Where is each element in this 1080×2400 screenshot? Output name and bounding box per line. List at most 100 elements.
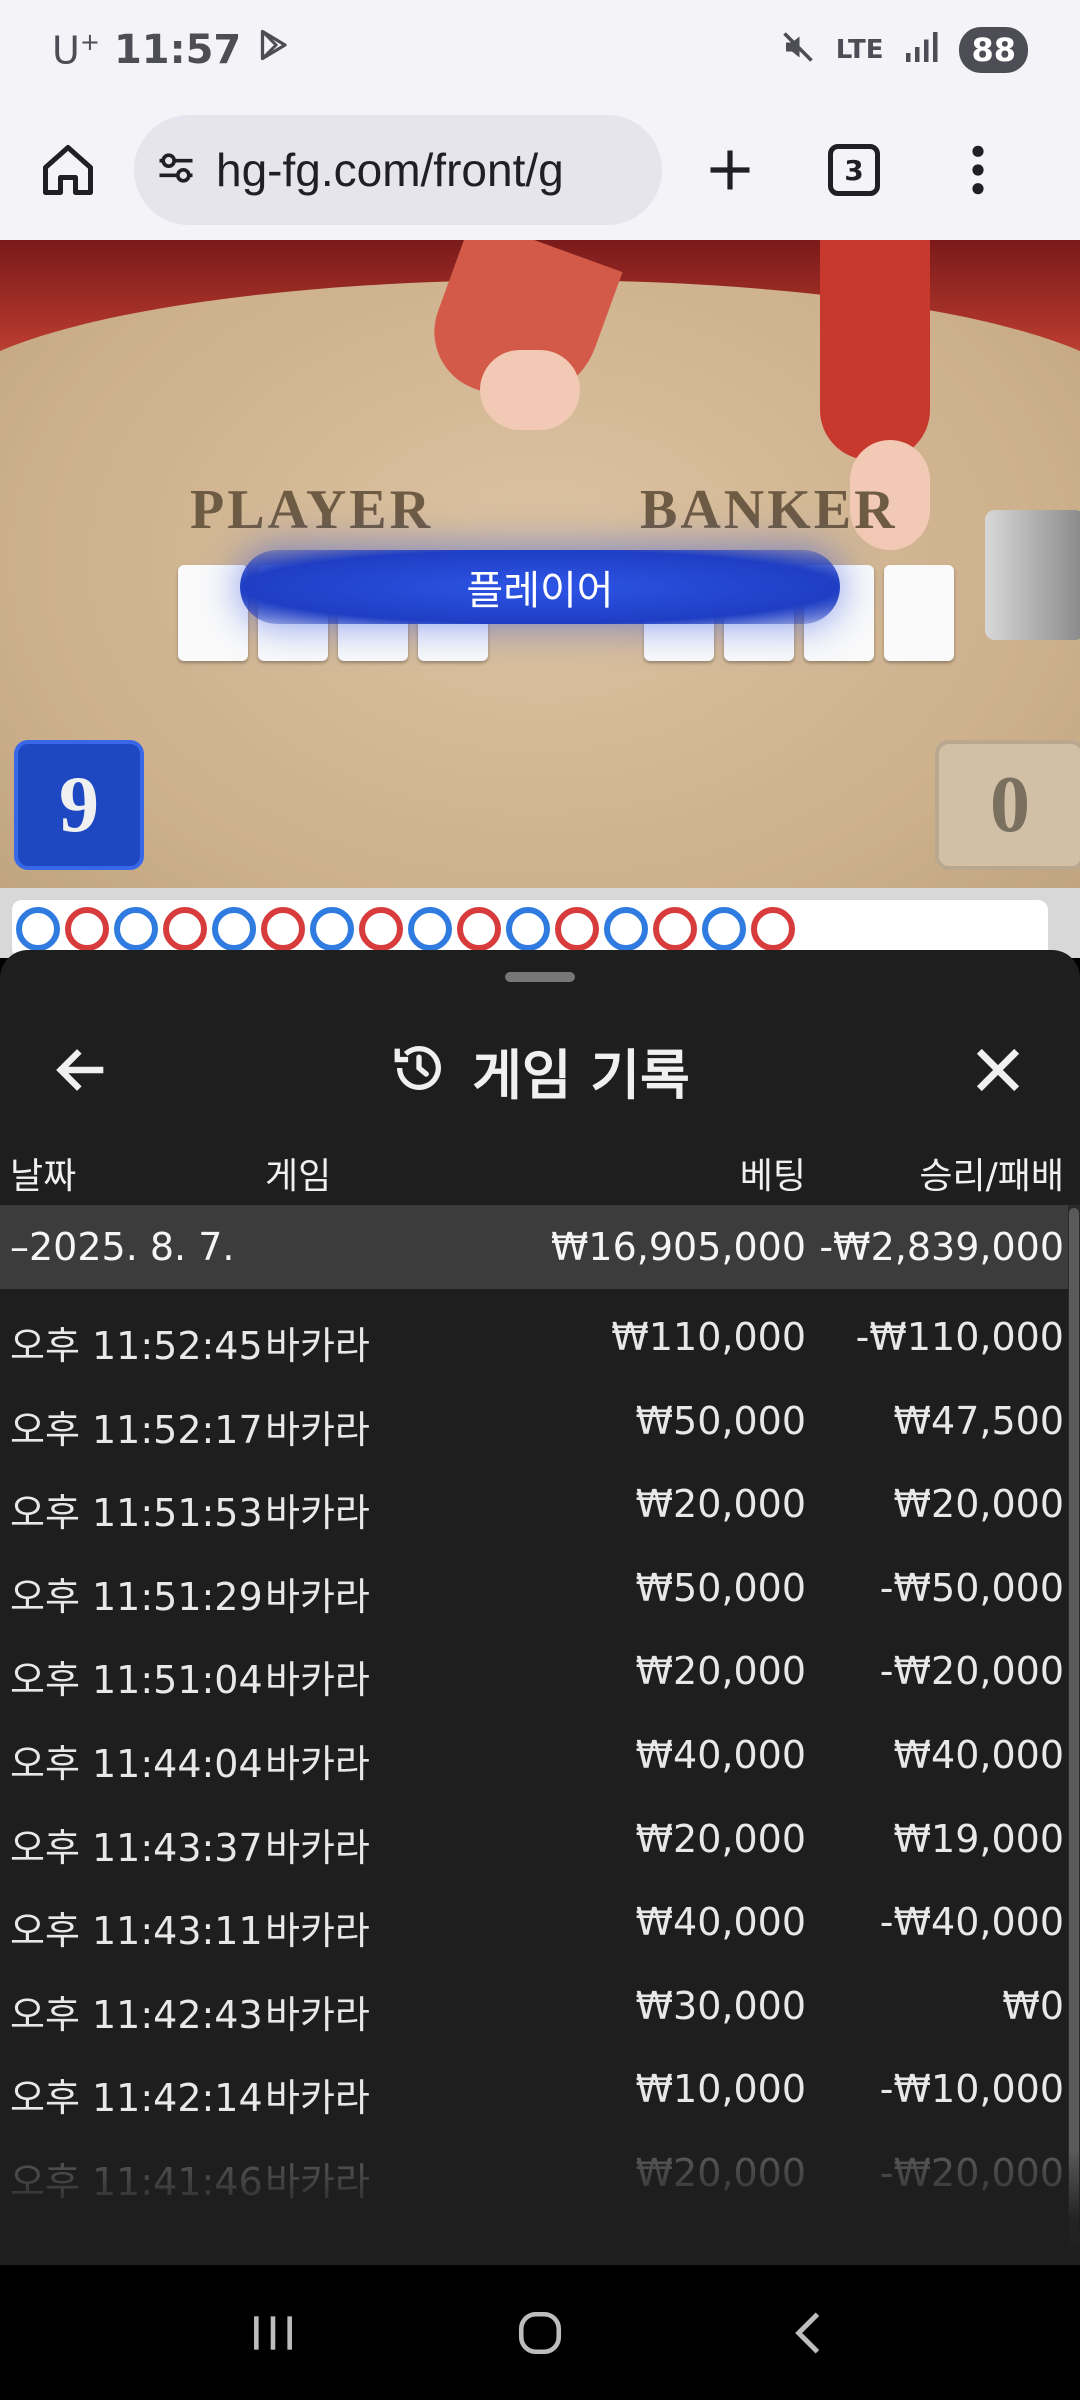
- banker-bead: [163, 907, 207, 951]
- clock: 11:57: [113, 27, 242, 73]
- back-nav-icon[interactable]: [767, 2293, 847, 2373]
- more-vert-icon[interactable]: [936, 128, 1020, 212]
- date-group-row[interactable]: –2025. 8. 7. ₩16,905,000 -₩2,839,000: [0, 1205, 1068, 1289]
- close-icon[interactable]: [966, 1038, 1030, 1102]
- row-win-loss: ₩40,000: [893, 1732, 1064, 1777]
- table-row[interactable]: 오후 11:52:17 바카라 ₩50,000 ₩47,500: [0, 1373, 1068, 1457]
- row-win-loss: ₩0: [1002, 1983, 1064, 2028]
- banker-bead: [555, 907, 599, 951]
- table-row[interactable]: 오후 11:42:43 바카라 ₩30,000 ₩0: [0, 1958, 1068, 2042]
- sheet-title: 게임 기록: [0, 1010, 1080, 1130]
- table-row[interactable]: 오후 11:44:04 바카라 ₩40,000 ₩40,000: [0, 1707, 1068, 1791]
- row-game: 바카라: [265, 1491, 370, 1536]
- arrow-left-icon[interactable]: [50, 1038, 114, 1102]
- play-store-icon: [255, 27, 291, 73]
- home-nav-icon[interactable]: [500, 2293, 580, 2373]
- recent-apps-icon[interactable]: [233, 2293, 313, 2373]
- date-group-win-loss-total: -₩2,839,000: [819, 1225, 1064, 1269]
- row-game: 바카라: [265, 1658, 370, 1703]
- banker-area-label: BANKER: [640, 479, 898, 541]
- column-header-bet[interactable]: 베팅: [740, 1147, 806, 1199]
- player-bead: [506, 907, 550, 951]
- row-game: 바카라: [265, 1324, 370, 1368]
- table-row[interactable]: 오후 11:51:04 바카라 ₩20,000 -₩20,000: [0, 1623, 1068, 1707]
- system-nav-bar: [0, 2265, 1080, 2400]
- column-header-date[interactable]: 날짜: [10, 1147, 76, 1199]
- row-win-loss: ₩19,000: [893, 1816, 1064, 1861]
- home-icon[interactable]: [26, 128, 110, 212]
- list-fade-overlay: [0, 2150, 1080, 2265]
- banker-bead: [261, 907, 305, 951]
- plus-icon[interactable]: [688, 128, 772, 212]
- live-video[interactable]: PLAYER BANKER 플레이어 9 0: [0, 240, 1080, 888]
- banker-bead: [65, 907, 109, 951]
- player-score: 9: [14, 740, 144, 870]
- carrier-label: U+: [52, 27, 100, 73]
- playing-card: [178, 565, 248, 661]
- player-bead: [310, 907, 354, 951]
- row-bet: ₩40,000: [635, 1900, 806, 1945]
- player-bead: [212, 907, 256, 951]
- banker-bead: [457, 907, 501, 951]
- player-bead: [408, 907, 452, 951]
- lte-icon: LTE: [835, 35, 884, 65]
- status-bar: U+ 11:57 LTE 88: [0, 0, 1080, 100]
- row-bet: ₩10,000: [635, 2067, 806, 2112]
- row-time: 오후 11:51:29: [10, 1574, 263, 1619]
- player-bead: [604, 907, 648, 951]
- banker-bead: [653, 907, 697, 951]
- row-win-loss: -₩50,000: [879, 1565, 1064, 1610]
- address-bar[interactable]: hg-fg.com/front/g: [134, 115, 662, 225]
- column-header-win-loss[interactable]: 승리/패배: [919, 1147, 1064, 1199]
- date-group-label: –2025. 8. 7.: [10, 1225, 235, 1269]
- row-win-loss: -₩20,000: [879, 1649, 1064, 1694]
- history-list: 오후 11:52:45 바카라 ₩110,000 -₩110,000 오후 11:52:…: [0, 1289, 1068, 2209]
- row-bet: ₩20,000: [635, 1482, 806, 1527]
- game-history-sheet: 게임 기록 날짜 게임 베팅 승리/패배 –2025. 8. 7. ₩16,90…: [0, 950, 1080, 2265]
- tab-count: 3: [828, 144, 880, 196]
- row-win-loss: ₩47,500: [893, 1398, 1064, 1443]
- table-row[interactable]: 오후 11:52:45 바카라 ₩110,000 -₩110,000: [0, 1289, 1068, 1373]
- dealer-arm: [820, 240, 930, 460]
- row-bet: ₩20,000: [635, 1649, 806, 1694]
- column-header-game[interactable]: 게임: [265, 1147, 331, 1199]
- row-game: 바카라: [265, 1407, 370, 1452]
- player-area-label: PLAYER: [190, 479, 434, 541]
- row-win-loss: ₩20,000: [893, 1482, 1064, 1527]
- table-row[interactable]: 오후 11:51:53 바카라 ₩20,000 ₩20,000: [0, 1456, 1068, 1540]
- row-bet: ₩110,000: [611, 1315, 806, 1359]
- sheet-drag-handle[interactable]: [505, 972, 575, 982]
- card-shoe: [985, 510, 1080, 640]
- player-bead: [16, 907, 60, 951]
- row-bet: ₩20,000: [635, 1816, 806, 1861]
- bead-road: [0, 888, 1080, 958]
- playing-card: [884, 565, 954, 661]
- sheet-header: 게임 기록: [0, 1010, 1080, 1130]
- tune-icon[interactable]: [154, 146, 198, 194]
- history-icon: [390, 1039, 448, 1101]
- tab-switcher-button[interactable]: 3: [812, 128, 896, 212]
- player-bead: [114, 907, 158, 951]
- row-win-loss: -₩10,000: [879, 2067, 1064, 2112]
- scrollbar-thumb[interactable]: [1069, 1208, 1079, 2248]
- row-bet: ₩30,000: [635, 1983, 806, 2028]
- browser-toolbar: hg-fg.com/front/g 3: [0, 100, 1080, 240]
- table-row[interactable]: 오후 11:42:14 바카라 ₩10,000 -₩10,000: [0, 2041, 1068, 2125]
- row-time: 오후 11:51:04: [10, 1658, 263, 1703]
- table-header: 날짜 게임 베팅 승리/패배: [0, 1130, 1068, 1215]
- date-group-bet-total: ₩16,905,000: [550, 1225, 806, 1269]
- row-game: 바카라: [265, 1992, 370, 2037]
- row-game: 바카라: [265, 2076, 370, 2121]
- row-game: 바카라: [265, 1825, 370, 1870]
- table-row[interactable]: 오후 11:51:29 바카라 ₩50,000 -₩50,000: [0, 1540, 1068, 1624]
- row-time: 오후 11:51:53: [10, 1491, 263, 1536]
- table-row[interactable]: 오후 11:43:37 바카라 ₩20,000 ₩19,000: [0, 1791, 1068, 1875]
- row-game: 바카라: [265, 1909, 370, 1954]
- row-time: 오후 11:44:04: [10, 1741, 263, 1786]
- row-game: 바카라: [265, 1741, 370, 1786]
- banker-bead: [359, 907, 403, 951]
- table-row[interactable]: 오후 11:43:11 바카라 ₩40,000 -₩40,000: [0, 1874, 1068, 1958]
- signal-icon: [903, 29, 939, 72]
- mute-icon: [780, 29, 816, 72]
- row-game: 바카라: [265, 1574, 370, 1619]
